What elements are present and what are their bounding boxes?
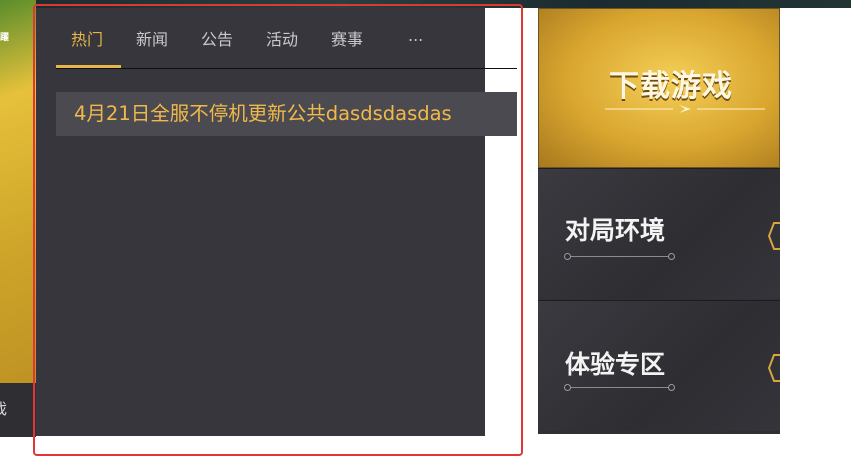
tab-tournaments[interactable]: 赛事 [331, 26, 363, 50]
news-panel: 热门 新闻 公告 活动 赛事 ... 4月21日全服不停机更新公共dasdsda… [36, 8, 517, 436]
news-list-item[interactable]: 4月21日全服不停机更新公共dasdsdasdas [56, 92, 517, 136]
card-divider [566, 387, 672, 388]
ornament-divider-icon [605, 105, 765, 113]
banner-logo-fragment: 躍 [0, 33, 10, 43]
download-game-label: 下载游戏 [609, 69, 733, 104]
top-banner-strip [0, 0, 851, 8]
hexagon-arrow-icon [768, 222, 780, 250]
tab-news[interactable]: 新闻 [136, 26, 168, 50]
experience-zone-label: 体验专区 [565, 350, 666, 379]
experience-zone-card[interactable]: 体验专区 [538, 300, 780, 431]
divider-dot-icon [564, 384, 571, 391]
side-menu: 下载游戏 对局环境 体验专区 [538, 8, 780, 434]
hexagon-arrow-icon [768, 354, 780, 382]
divider-dot-icon [668, 384, 675, 391]
tab-hot[interactable]: 热门 [71, 26, 103, 50]
left-banner-caption: 戏 [0, 398, 7, 419]
divider-dot-icon [564, 253, 571, 260]
left-banner-caption-bar: 戏 [0, 383, 36, 437]
news-tabs: 热门 新闻 公告 活动 赛事 ... [56, 8, 517, 69]
left-game-banner[interactable]: 躍 戏 [0, 0, 36, 437]
download-game-button[interactable]: 下载游戏 [538, 8, 780, 168]
tab-events[interactable]: 活动 [266, 26, 298, 50]
tab-announcements[interactable]: 公告 [201, 26, 233, 50]
card-divider [566, 256, 672, 257]
match-environment-card[interactable]: 对局环境 [538, 168, 780, 299]
active-tab-indicator [56, 65, 121, 68]
divider-dot-icon [668, 253, 675, 260]
match-environment-label: 对局环境 [565, 216, 666, 245]
tab-more[interactable]: ... [408, 26, 423, 45]
